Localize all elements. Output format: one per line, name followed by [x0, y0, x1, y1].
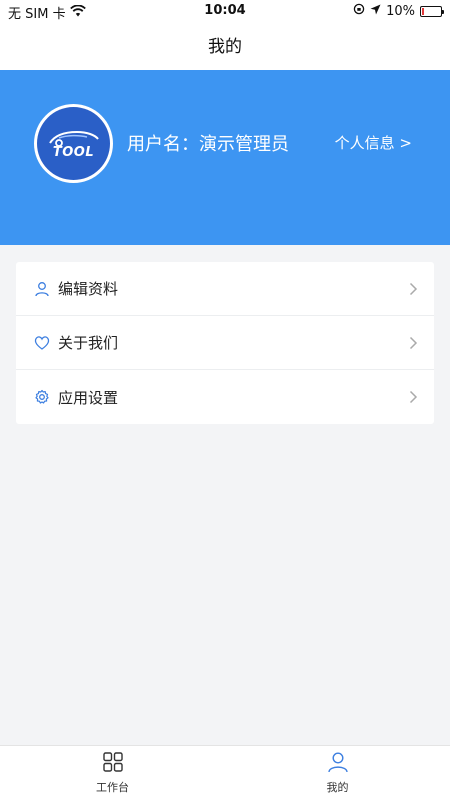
personal-info-label: 个人信息 > [334, 134, 412, 152]
status-right: 10% [353, 3, 444, 19]
menu-item-edit-profile[interactable]: 编辑资料 [16, 262, 434, 316]
menu-item-label: 应用设置 [58, 388, 119, 407]
status-bar: 无 SIM 卡 10:04 10% [0, 0, 450, 24]
battery-percent: 10% [386, 3, 415, 19]
tab-mine[interactable]: 我的 [225, 746, 450, 800]
page-title: 我的 [208, 37, 242, 57]
user-icon [34, 281, 50, 297]
user-icon [327, 751, 349, 776]
menu-item-label: 关于我们 [58, 334, 119, 352]
settings-menu: 编辑资料 关于我们 应用设置 [16, 262, 434, 424]
heart-icon [34, 335, 50, 351]
menu-item-app-settings[interactable]: 应用设置 [16, 370, 434, 424]
nav-bar: 我的 [0, 24, 450, 70]
username-label: 用户名：演示管理员 [127, 134, 289, 155]
tab-label: 我的 [326, 781, 349, 794]
chevron-right-icon [409, 282, 418, 296]
chevron-right-icon [409, 336, 418, 350]
orientation-lock-icon [353, 3, 365, 19]
car-icon [48, 130, 99, 147]
logo-text: TOOL [52, 145, 95, 160]
profile-banner: TOOL 用户名：演示管理员 个人信息 > [0, 70, 450, 245]
location-icon [370, 4, 381, 19]
menu-item-label: 编辑资料 [58, 280, 119, 298]
battery-fill [422, 7, 424, 15]
battery-icon [420, 5, 444, 17]
chevron-right-icon [409, 390, 418, 404]
personal-info-link[interactable]: 个人信息 > [335, 132, 412, 153]
tab-workbench[interactable]: 工作台 [0, 746, 225, 800]
gear-icon [34, 389, 50, 405]
tab-label: 工作台 [96, 781, 129, 794]
bottom-tab-bar: 工作台 我的 [0, 745, 450, 800]
menu-item-about-us[interactable]: 关于我们 [16, 316, 434, 370]
grid-icon [102, 751, 124, 776]
ctool-logo: TOOL [37, 107, 110, 180]
avatar: TOOL [34, 104, 113, 183]
